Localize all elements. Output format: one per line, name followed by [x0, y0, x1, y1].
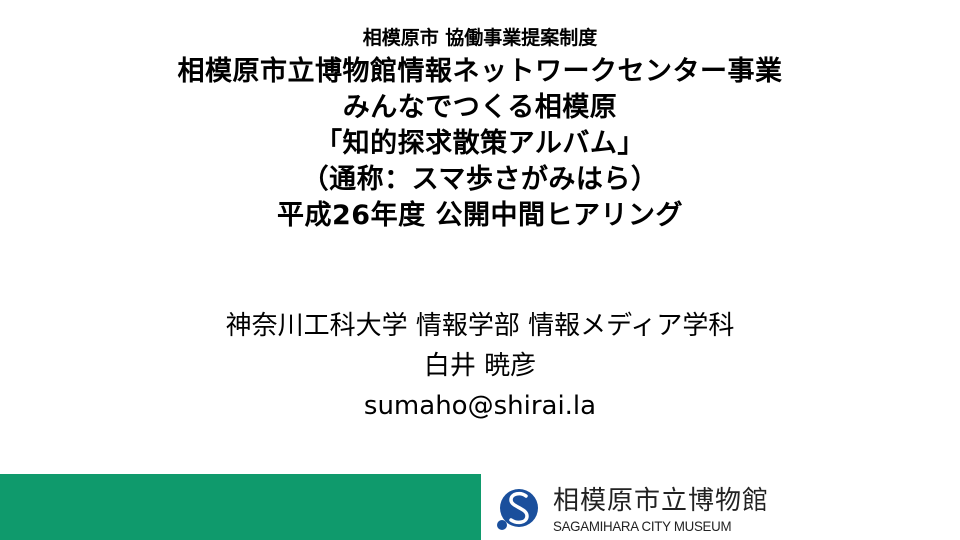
museum-logo-en: SAGAMIHARA CITY MUSEUM — [553, 518, 732, 534]
museum-logo-mark-icon — [497, 489, 538, 530]
author-affiliation: 神奈川工科大学 情報学部 情報メディア学科 — [225, 311, 735, 341]
slide-subtitle: 相模原市 協働事業提案制度 — [362, 27, 598, 49]
museum-logo: 相模原市立博物館 SAGAMIHARA CITY MUSEUM — [495, 484, 775, 536]
author-block: 神奈川工科大学 情報学部 情報メディア学科 白井 暁彦 sumaho@shira… — [0, 306, 960, 426]
title-line-2: みんなでつくる相模原 — [342, 92, 618, 123]
author-name: 白井 暁彦 — [423, 351, 537, 381]
museum-logo-jp: 相模原市立博物館 — [553, 486, 770, 516]
title-line-3: 「知的探求散策アルバム」 — [315, 128, 645, 159]
title-line-5: 平成26年度 公開中間ヒアリング — [277, 200, 683, 231]
title-line-4: （通称：スマ歩さがみはら） — [301, 164, 659, 195]
author-email: sumaho@shirai.la — [363, 391, 597, 421]
footer-green-bar — [0, 474, 481, 540]
title-line-1: 相模原市立博物館情報ネットワークセンター事業 — [177, 56, 783, 87]
title-block: 相模原市 協働事業提案制度 相模原市立博物館情報ネットワークセンター事業 みんな… — [0, 22, 960, 234]
